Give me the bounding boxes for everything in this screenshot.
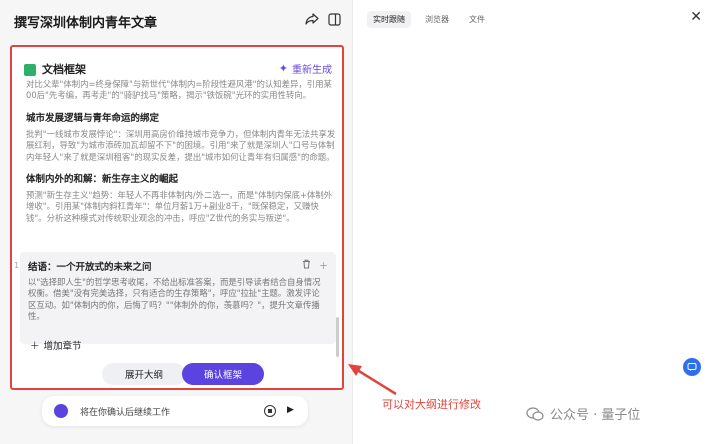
tab-live-follow[interactable]: 实时跟随: [367, 11, 411, 28]
chat-status-bar: 将在你确认后继续工作 ▶: [42, 396, 308, 426]
split-view-icon[interactable]: [326, 11, 342, 27]
chat-pane: 撰写深圳体制内青年文章 文档框架 ✦ 重新生成 对比父辈"体制内=终身保障"与新…: [0, 0, 352, 444]
section-text[interactable]: 批判"一线城市发展悖论"：深圳用高房价维持城市竞争力，但体制内青年无法共享发展红…: [26, 129, 336, 163]
share-icon[interactable]: [304, 11, 320, 27]
wechat-icon: [526, 406, 544, 421]
document-icon: [24, 64, 36, 76]
tab-files[interactable]: 文件: [463, 11, 491, 28]
conclusion-section[interactable]: 1 结语：一个开放式的未来之问 ＋ 以"选择即人生"的哲学思考收尾，不给出标准答…: [14, 252, 336, 344]
page-title: 撰写深圳体制内青年文章: [14, 16, 158, 31]
annotation-arrow: [348, 364, 397, 396]
section-title[interactable]: 城市发展逻辑与青年命运的绑定: [26, 110, 336, 124]
outline-card: 文档框架 ✦ 重新生成 对比父辈"体制内=终身保障"与新世代"体制内=阶段性避风…: [10, 45, 344, 390]
preview-tabs: 实时跟随 浏览器 文件: [367, 11, 491, 28]
agent-avatar: [54, 404, 68, 418]
annotation-text: 可以对大纲进行修改: [382, 398, 481, 411]
conclusion-text[interactable]: 以"选择即人生"的哲学思考收尾，不给出标准答案，而是引导读者结合自身情况权衡。借…: [28, 277, 328, 323]
section-title[interactable]: 体制内外的和解：新生存主义的崛起: [26, 171, 336, 185]
trash-icon[interactable]: [302, 259, 311, 272]
confirm-outline-button[interactable]: 确认框架: [182, 363, 264, 385]
sparkle-icon: ✦: [278, 62, 288, 75]
regenerate-button[interactable]: ✦ 重新生成: [279, 61, 332, 76]
outline-title: 文档框架: [42, 63, 86, 76]
chat-status-text: 将在你确认后继续工作: [80, 408, 171, 418]
add-chapter-label: 增加章节: [43, 341, 82, 352]
plus-icon: ＋: [30, 341, 40, 352]
stop-icon[interactable]: [264, 405, 276, 417]
watermark: 公众号 · 量子位: [526, 404, 640, 423]
preview-pane: 实时跟随 浏览器 文件 ✕: [352, 0, 720, 444]
intro-text: 对比父辈"体制内=终身保障"与新世代"体制内=阶段性避风港"的认知差异，引用某0…: [26, 79, 332, 101]
close-icon[interactable]: ✕: [690, 9, 702, 25]
conclusion-title[interactable]: 结语：一个开放式的未来之问: [28, 259, 328, 273]
add-chapter-button[interactable]: ＋ 增加章节: [30, 338, 82, 352]
chat-bubble-icon[interactable]: [683, 358, 701, 376]
tab-browser[interactable]: 浏览器: [419, 11, 455, 28]
regenerate-label: 重新生成: [292, 65, 332, 76]
watermark-text: 公众号 · 量子位: [550, 408, 641, 423]
play-icon[interactable]: ▶: [287, 405, 294, 415]
plus-icon[interactable]: ＋: [319, 259, 328, 272]
section-number: 1: [14, 261, 20, 270]
expand-outline-button[interactable]: 展开大纲: [102, 363, 186, 385]
scrollbar[interactable]: [336, 317, 339, 357]
section-text[interactable]: 预测"新生存主义"趋势：年轻人不再非体制内/外二选一，而是"体制内保底+体制外增…: [26, 190, 336, 224]
